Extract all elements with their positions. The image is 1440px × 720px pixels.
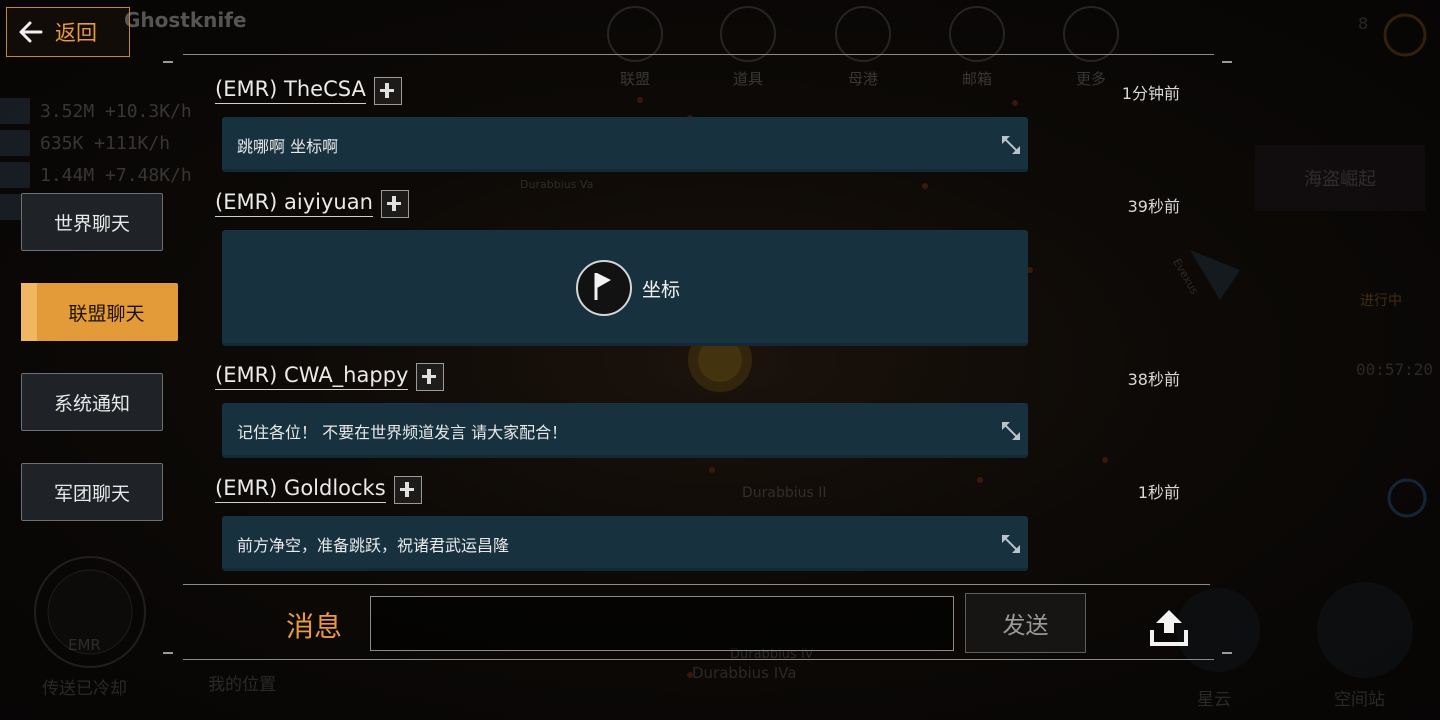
tab-alliance-chat[interactable]: 联盟聊天 [21, 283, 178, 341]
frame-tick [1222, 61, 1232, 63]
message-text: 跳哪啊 坐标啊 [237, 136, 339, 156]
message-header: (EMR) TheCSA [215, 77, 402, 105]
resource-value: 1.44M +7.48K/h [40, 164, 192, 186]
map-label: Durabbius IVa [692, 664, 797, 682]
add-friend-button[interactable] [373, 77, 402, 105]
coordinate-label: 坐标 [642, 278, 681, 301]
send-button[interactable]: 发送 [965, 593, 1086, 653]
resource-value: 3.52M +10.3K/h [40, 100, 192, 122]
chat-frame-bottom [183, 659, 1214, 660]
map-label: Durabbius II [742, 485, 827, 501]
frame-tick [1222, 652, 1232, 654]
nebula-label: 星云 [1197, 690, 1231, 710]
back-button[interactable]: 返回 [6, 7, 130, 57]
emr-tag: EMR [68, 636, 101, 654]
my-position-label: 我的位置 [208, 675, 276, 695]
message-time: 1秒前 [1137, 483, 1180, 502]
message-bubble: 记住各位！ 不要在世界频道发言 请大家配合！ [222, 403, 1028, 458]
resource-row-3: 1.44M +7.48K/h [0, 160, 192, 190]
expand-icon[interactable] [999, 532, 1023, 556]
pirate-event-card[interactable]: 海盗崛起 [1255, 145, 1425, 211]
tab-system-notice[interactable]: 系统通知 [21, 373, 163, 431]
add-friend-button[interactable] [416, 363, 445, 391]
frame-tick [163, 652, 173, 654]
message-sender[interactable]: (EMR) CWA_happy [215, 363, 409, 390]
message-time: 39秒前 [1127, 197, 1180, 216]
top-menu-label: 道具 [732, 70, 763, 88]
top-menu-label: 母港 [847, 70, 878, 88]
message-input[interactable] [370, 596, 954, 651]
teleport-cooldown-label: 传送已冷却 [42, 679, 127, 699]
event-timer: 00:57:20 [1356, 360, 1434, 379]
tab-label: 军团聊天 [53, 482, 130, 505]
tab-label: 世界聊天 [53, 212, 130, 235]
tab-label: 联盟聊天 [68, 302, 145, 325]
message-sender[interactable]: (EMR) TheCSA [215, 77, 366, 104]
frame-tick [163, 61, 173, 63]
arrow-left-icon [19, 21, 43, 43]
message-sender[interactable]: (EMR) Goldlocks [215, 476, 386, 503]
coordinate-link[interactable]: 坐标 [576, 260, 680, 316]
message-sender[interactable]: (EMR) aiyiyuan [215, 190, 373, 217]
top-menu-label: 更多 [1075, 70, 1106, 88]
add-friend-button[interactable] [393, 476, 422, 504]
map-label: Evexus [1170, 256, 1202, 297]
upload-icon[interactable] [1146, 604, 1192, 650]
chat-frame-top [183, 54, 1214, 55]
message-bubble: 坐标 [222, 230, 1028, 346]
message-header: (EMR) Goldlocks [215, 476, 422, 504]
tab-world-chat[interactable]: 世界聊天 [21, 193, 163, 251]
pirate-event-label: 海盗崛起 [1304, 169, 1376, 190]
top-menu-mail[interactable]: 邮箱 [947, 6, 1007, 89]
resource-icon [0, 98, 30, 124]
top-menu-alliance[interactable]: 联盟 [605, 6, 665, 89]
add-friend-button[interactable] [380, 190, 409, 218]
resource-icon [0, 130, 30, 156]
message-time: 38秒前 [1127, 370, 1180, 389]
tab-label: 系统通知 [53, 392, 130, 415]
message-label: 消息 [286, 610, 343, 643]
chat-frame-divider [183, 584, 1210, 585]
expand-icon[interactable] [999, 419, 1023, 443]
top-menu-items[interactable]: 道具 [718, 6, 778, 89]
message-bubble: 跳哪啊 坐标啊 [222, 117, 1028, 172]
message-bubble: 前方净空，准备跳跃，祝诸君武运昌隆 [222, 516, 1028, 571]
message-header: (EMR) CWA_happy [215, 363, 445, 391]
resource-row-1: 3.52M +10.3K/h [0, 96, 192, 126]
top-menu-label: 联盟 [619, 70, 650, 88]
message-text: 前方净空，准备跳跃，祝诸君武运昌隆 [237, 535, 510, 555]
tab-legion-chat[interactable]: 军团聊天 [21, 463, 163, 521]
message-text: 记住各位！ 不要在世界频道发言 请大家配合！ [237, 422, 568, 442]
top-menu-label: 邮箱 [961, 70, 992, 88]
top-menu-more[interactable]: 更多 [1061, 6, 1121, 89]
counter-badge: 8 [1358, 14, 1369, 33]
in-progress-label: 进行中 [1360, 293, 1402, 309]
send-button-label: 发送 [1002, 613, 1049, 639]
top-menu-homeport[interactable]: 母港 [833, 6, 893, 89]
resource-value: 635K +111K/h [40, 132, 171, 154]
player-name: Ghostknife [124, 8, 247, 32]
map-label: Durabbius Va [520, 178, 594, 191]
resource-row-2: 635K +111K/h [0, 128, 170, 158]
message-time: 1分钟前 [1121, 84, 1180, 103]
resource-icon [0, 162, 30, 188]
expand-icon[interactable] [999, 133, 1023, 157]
flag-icon [576, 260, 632, 316]
back-button-label: 返回 [55, 21, 97, 45]
message-header: (EMR) aiyiyuan [215, 190, 409, 218]
space-station-label: 空间站 [1334, 690, 1385, 710]
